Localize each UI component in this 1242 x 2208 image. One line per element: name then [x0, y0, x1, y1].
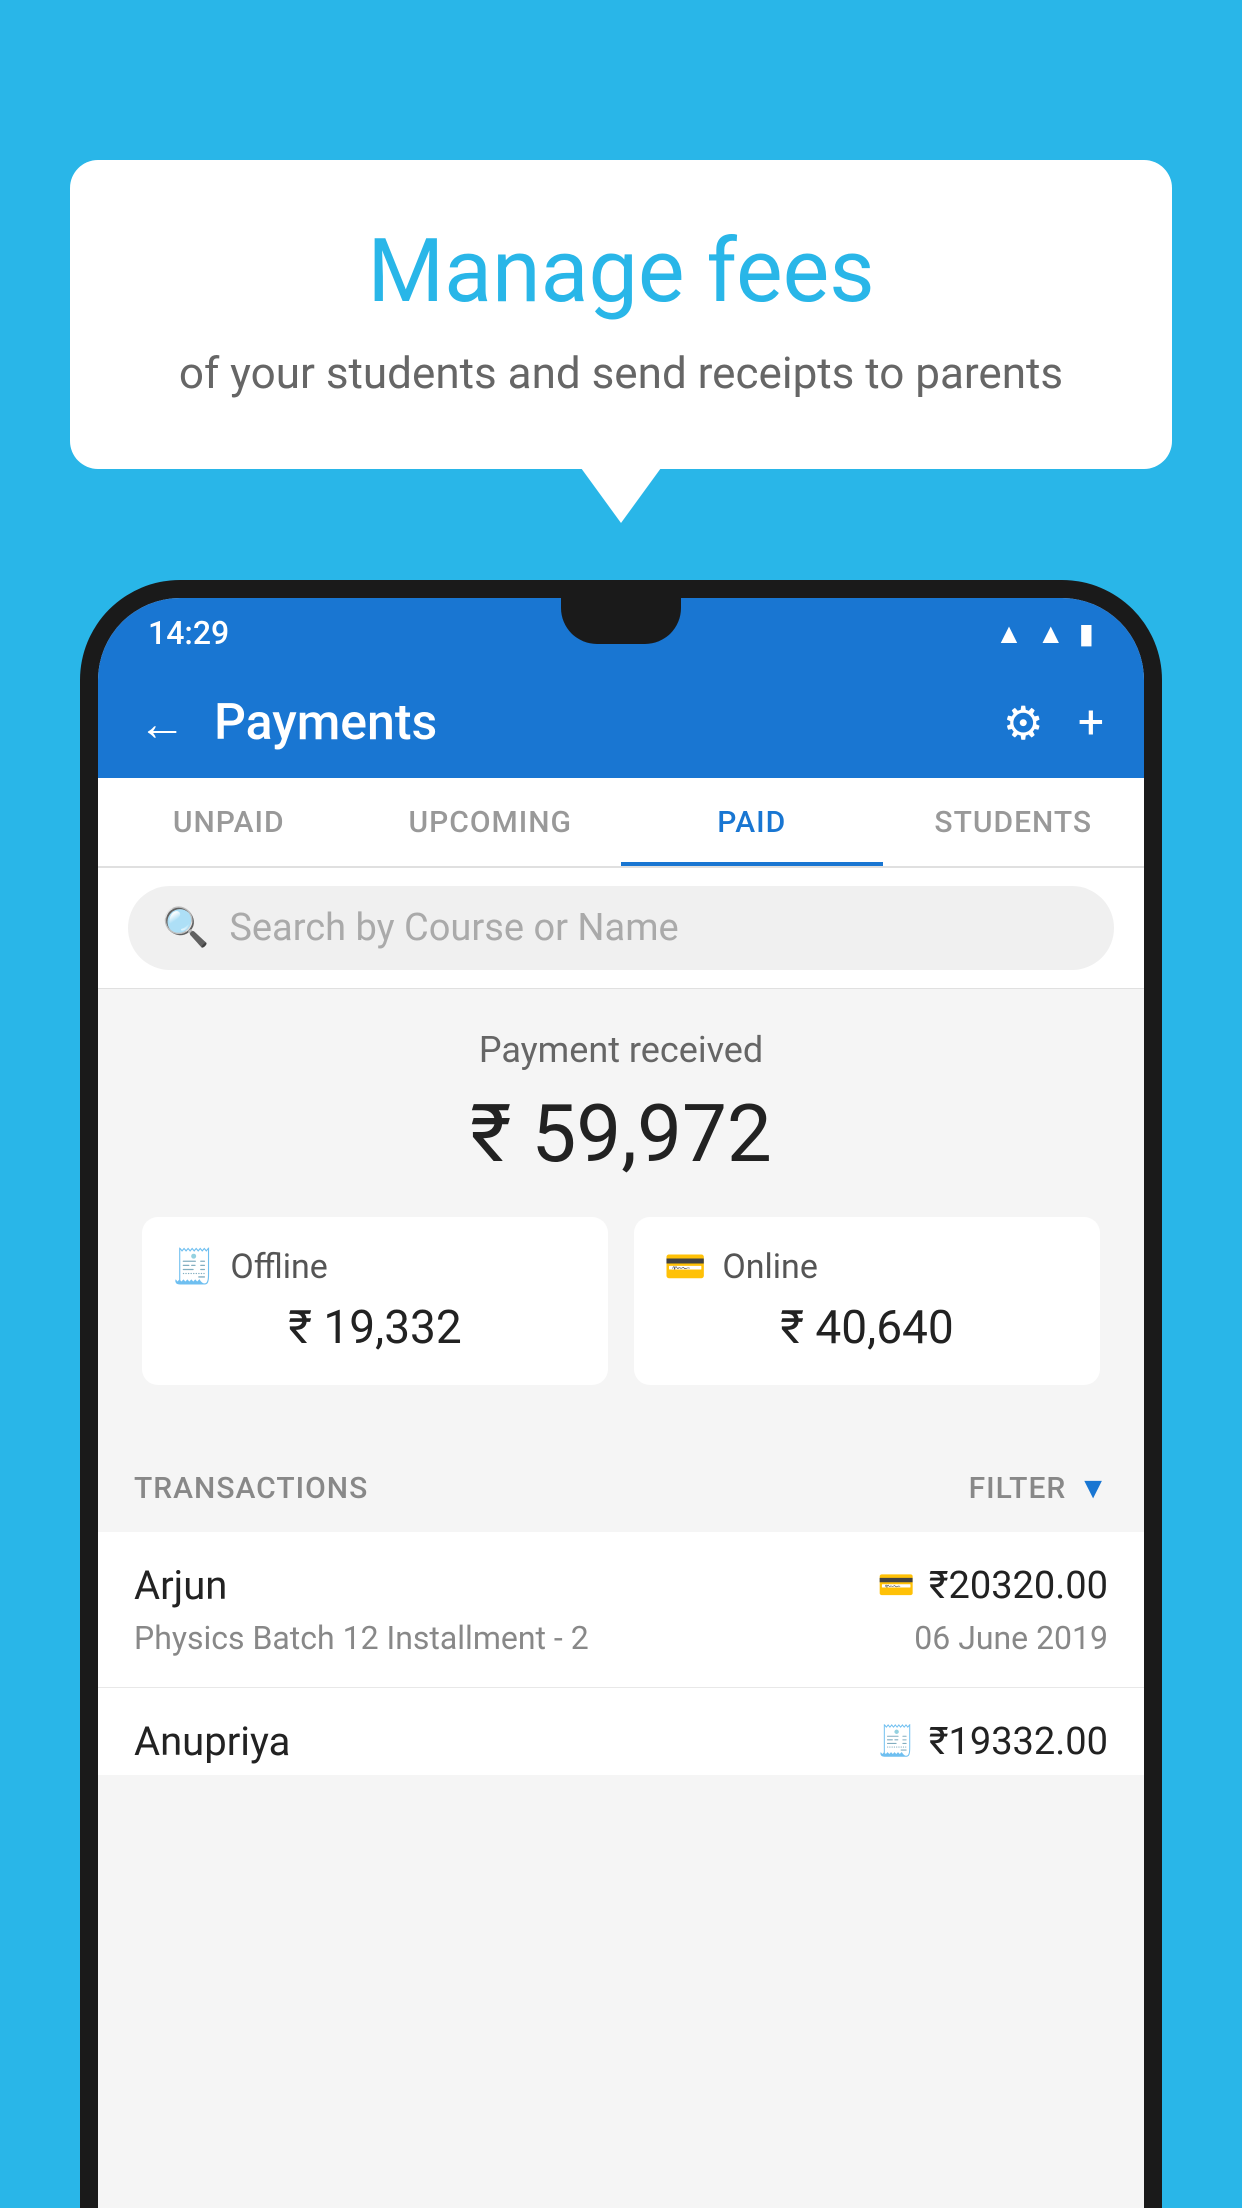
search-input[interactable]: Search by Course or Name — [229, 906, 678, 950]
offline-icon: 🧾 — [172, 1247, 214, 1287]
bubble-title: Manage fees — [140, 220, 1102, 323]
payment-cards: 🧾 Offline ₹ 19,332 💳 Online ₹ 40,640 — [128, 1217, 1114, 1415]
online-card: 💳 Online ₹ 40,640 — [634, 1217, 1100, 1385]
search-container: 🔍 Search by Course or Name — [98, 868, 1144, 989]
app-bar-actions: ⚙ + — [1003, 696, 1104, 751]
transaction-right: 💳 ₹20320.00 — [877, 1564, 1108, 1608]
tabs-bar: UNPAID UPCOMING PAID STUDENTS — [98, 778, 1144, 868]
back-button[interactable]: ← — [138, 695, 186, 752]
transaction-bottom: Physics Batch 12 Installment - 2 06 June… — [134, 1619, 1108, 1657]
offline-amount: ₹ 19,332 — [172, 1301, 578, 1355]
student-name-2: Anupriya — [134, 1718, 290, 1765]
tab-paid[interactable]: PAID — [621, 778, 883, 866]
signal-icon: ▲ — [1037, 617, 1065, 650]
tab-unpaid[interactable]: UNPAID — [98, 778, 360, 866]
offline-label: Offline — [230, 1247, 327, 1287]
transaction-row-partial[interactable]: Anupriya 🧾 ₹19332.00 — [98, 1688, 1144, 1775]
bubble-subtitle: of your students and send receipts to pa… — [140, 347, 1102, 399]
background: Manage fees of your students and send re… — [0, 0, 1242, 2208]
tab-students[interactable]: STUDENTS — [883, 778, 1145, 866]
filter-icon: ▼ — [1078, 1471, 1108, 1506]
transaction-amount-2: ₹19332.00 — [929, 1720, 1108, 1764]
payment-received-label: Payment received — [128, 1029, 1114, 1071]
status-icons: ▲ ▲ ▮ — [995, 617, 1094, 650]
transaction-right-2: 🧾 ₹19332.00 — [877, 1720, 1108, 1764]
tab-upcoming[interactable]: UPCOMING — [360, 778, 622, 866]
transactions-header: TRANSACTIONS FILTER ▼ — [98, 1445, 1144, 1532]
payment-method-icon-2: 🧾 — [877, 1724, 914, 1759]
transaction-amount: ₹20320.00 — [929, 1564, 1108, 1608]
add-icon[interactable]: + — [1078, 696, 1104, 750]
course-info: Physics Batch 12 Installment - 2 — [134, 1619, 589, 1657]
filter-label: FILTER — [969, 1471, 1067, 1506]
phone-notch — [561, 598, 681, 644]
transaction-top: Arjun 💳 ₹20320.00 — [134, 1562, 1108, 1609]
battery-icon: ▮ — [1079, 617, 1094, 650]
filter-button[interactable]: FILTER ▼ — [969, 1471, 1108, 1506]
payment-summary: Payment received ₹ 59,972 🧾 Offline ₹ 19… — [98, 989, 1144, 1445]
payment-total-amount: ₹ 59,972 — [128, 1087, 1114, 1181]
search-bar[interactable]: 🔍 Search by Course or Name — [128, 886, 1114, 970]
phone-frame: 14:29 ▲ ▲ ▮ ← Payments ⚙ + UNPAID — [80, 580, 1162, 2208]
transaction-row[interactable]: Arjun 💳 ₹20320.00 Physics Batch 12 Insta… — [98, 1532, 1144, 1688]
offline-card-header: 🧾 Offline — [172, 1247, 578, 1287]
payment-method-icon: 💳 — [877, 1568, 914, 1603]
settings-icon[interactable]: ⚙ — [1003, 696, 1044, 751]
search-icon: 🔍 — [162, 906, 209, 950]
online-card-header: 💳 Online — [664, 1247, 1070, 1287]
app-bar: ← Payments ⚙ + — [98, 668, 1144, 778]
page-title: Payments — [214, 694, 1003, 752]
status-time: 14:29 — [148, 614, 229, 652]
wifi-icon: ▲ — [995, 617, 1023, 650]
offline-card: 🧾 Offline ₹ 19,332 — [142, 1217, 608, 1385]
speech-bubble: Manage fees of your students and send re… — [70, 160, 1172, 469]
student-name: Arjun — [134, 1562, 227, 1609]
online-label: Online — [722, 1247, 818, 1287]
online-icon: 💳 — [664, 1247, 706, 1287]
transaction-top-partial: Anupriya 🧾 ₹19332.00 — [134, 1718, 1108, 1765]
transaction-date: 06 June 2019 — [914, 1619, 1108, 1657]
online-amount: ₹ 40,640 — [664, 1301, 1070, 1355]
transactions-label: TRANSACTIONS — [134, 1471, 368, 1506]
phone-screen: 14:29 ▲ ▲ ▮ ← Payments ⚙ + UNPAID — [98, 598, 1144, 2208]
